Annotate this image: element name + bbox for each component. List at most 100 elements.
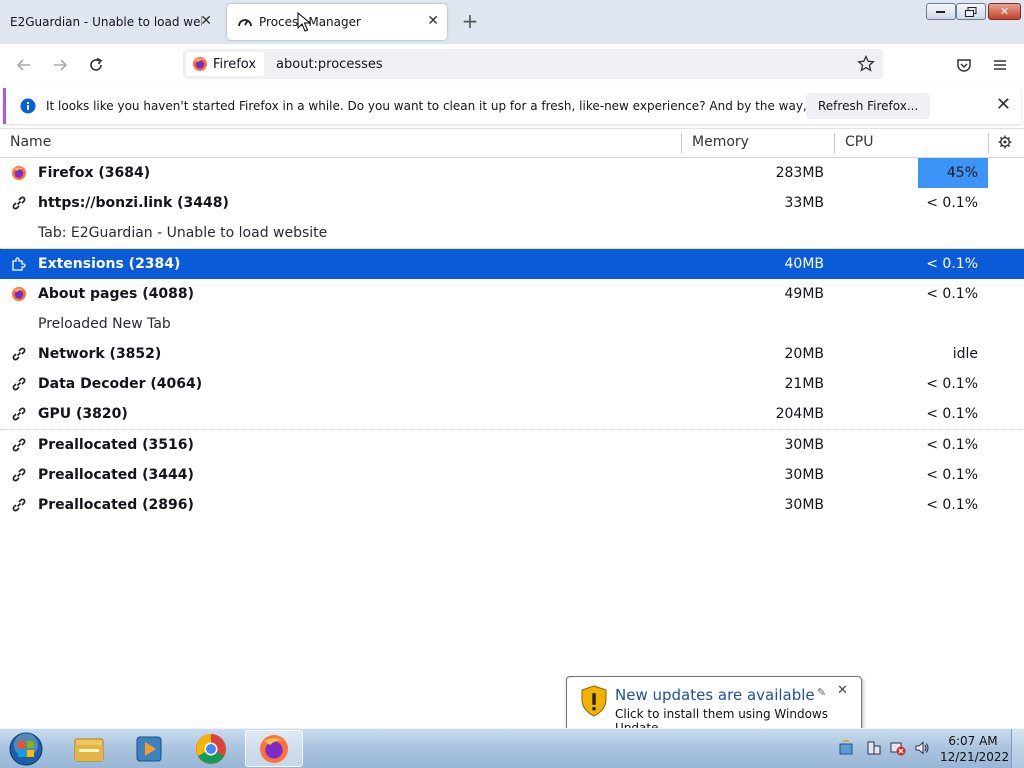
column-header-cpu[interactable]: CPU (845, 134, 873, 150)
process-name: Preallocated (3444) (38, 467, 194, 483)
table-row[interactable]: GPU (3820) 204MB < 0.1% (0, 399, 1024, 430)
app-menu-button[interactable] (987, 52, 1013, 78)
notification-close-icon[interactable]: ✕ (996, 96, 1011, 114)
balloon-close-icon[interactable]: ✕ (837, 683, 848, 698)
chrome-icon (196, 733, 226, 764)
close-icon: ✕ (999, 5, 1010, 18)
table-subrow[interactable]: Preloaded New Tab (0, 309, 1024, 339)
tab-close-icon[interactable]: ✕ (427, 13, 439, 29)
link-icon (12, 438, 26, 452)
refresh-firefox-button[interactable]: Refresh Firefox... (806, 93, 931, 119)
taskbar-explorer[interactable] (60, 730, 118, 767)
windows-update-balloon[interactable]: New updates are available Click to insta… (566, 676, 862, 735)
table-row[interactable]: Firefox (3684) 283MB 45% (0, 158, 1024, 188)
mouse-cursor-icon (297, 12, 311, 32)
table-row[interactable]: Network (3852) 20MB idle (0, 339, 1024, 369)
column-header-memory[interactable]: Memory (692, 134, 749, 150)
process-name: Preallocated (2896) (38, 497, 194, 513)
table-row[interactable]: Preallocated (3444) 30MB < 0.1% (0, 460, 1024, 490)
table-row[interactable]: About pages (4088) 49MB < 0.1% (0, 279, 1024, 309)
url-text[interactable]: about:processes (276, 57, 383, 72)
gear-icon[interactable] (998, 135, 1012, 149)
media-player-icon (136, 736, 162, 761)
taskbar-chrome[interactable] (182, 730, 240, 767)
reload-button[interactable] (83, 52, 109, 78)
process-cpu: < 0.1% (926, 497, 978, 513)
tab-entry-name: Tab: E2Guardian - Unable to load website (38, 225, 328, 241)
process-name: Preallocated (3516) (38, 437, 194, 453)
process-memory: 21MB (784, 376, 825, 392)
bookmark-star-icon[interactable] (857, 55, 875, 73)
arrow-left-icon (16, 59, 30, 71)
process-name: Firefox (3684) (38, 165, 151, 181)
forward-button[interactable] (47, 52, 73, 78)
warning-shield-icon (581, 685, 607, 717)
balloon-title: New updates are available (615, 686, 815, 704)
pocket-icon (957, 59, 971, 72)
start-orb-icon (9, 732, 43, 765)
url-bar[interactable]: Firefox about:processes (183, 49, 883, 79)
refresh-notification-bar: It looks like you haven't started Firefo… (3, 88, 1021, 124)
process-name: https://bonzi.link (3448) (38, 195, 229, 211)
table-row[interactable]: https://bonzi.link (3448) 33MB < 0.1% (0, 188, 1024, 218)
minimize-button[interactable] (926, 3, 956, 20)
link-icon (12, 196, 26, 210)
process-cpu: < 0.1% (926, 467, 978, 483)
table-row[interactable]: Data Decoder (4064) 21MB < 0.1% (0, 369, 1024, 399)
tab-title: E2Guardian - Unable to load website (10, 15, 202, 29)
column-header-name[interactable]: Name (10, 134, 51, 150)
tab-close-icon[interactable]: ✕ (200, 13, 212, 29)
minimize-icon (936, 10, 945, 13)
process-name: About pages (4088) (38, 286, 194, 302)
table-subrow[interactable]: Tab: E2Guardian - Unable to load website (0, 218, 1024, 249)
process-memory: 204MB (775, 406, 824, 422)
link-icon (12, 498, 26, 512)
pin-icon[interactable]: ✎ (817, 686, 826, 699)
identity-label: Firefox (213, 56, 257, 72)
system-clock[interactable]: 6:07 AM 12/21/2022 (940, 733, 1010, 765)
process-cpu: < 0.1% (926, 376, 978, 392)
process-name: Data Decoder (4064) (38, 376, 203, 392)
firefox-icon (193, 57, 207, 71)
clock-time: 6:07 AM (948, 734, 998, 748)
column-divider[interactable] (681, 133, 682, 153)
restore-button[interactable] (956, 3, 986, 20)
close-window-button[interactable]: ✕ (988, 3, 1021, 20)
process-cpu: < 0.1% (926, 286, 978, 302)
tab-entry-name: Preloaded New Tab (38, 316, 171, 332)
action-center-icon[interactable] (866, 740, 882, 756)
table-row[interactable]: Preallocated (2896) 30MB < 0.1% (0, 490, 1024, 520)
process-memory: 40MB (784, 256, 825, 272)
new-tab-button[interactable]: + (458, 8, 482, 34)
column-divider[interactable] (988, 133, 989, 153)
table-row[interactable]: Preallocated (3516) 30MB < 0.1% (0, 430, 1024, 460)
hamburger-menu-icon (994, 60, 1006, 70)
speaker-icon[interactable] (914, 740, 930, 756)
pocket-button[interactable] (951, 52, 977, 78)
process-name: Network (3852) (38, 346, 162, 362)
restore-icon (965, 6, 977, 17)
taskbar-media-player[interactable] (120, 730, 178, 767)
clock-date: 12/21/2022 (940, 750, 1010, 764)
update-tray-icon[interactable] (838, 740, 854, 756)
table-row-selected[interactable]: Extensions (2384) 40MB < 0.1% (0, 249, 1024, 279)
firefox-icon (12, 287, 26, 301)
taskbar-firefox[interactable] (245, 730, 303, 767)
process-table-header: Name Memory CPU (0, 128, 1024, 158)
process-cpu: < 0.1% (926, 437, 978, 453)
process-memory: 33MB (784, 195, 825, 211)
show-desktop-button[interactable] (1011, 729, 1024, 768)
back-button[interactable] (11, 52, 37, 78)
process-table-body: Firefox (3684) 283MB 45% https://bonzi.l… (0, 158, 1024, 520)
arrow-right-icon (54, 59, 68, 71)
process-memory: 30MB (784, 497, 825, 513)
tab-process-manager[interactable]: Process Manager ✕ (227, 4, 447, 40)
tab-e2guardian[interactable]: E2Guardian - Unable to load website ✕ (0, 4, 220, 40)
process-cpu: 45% (946, 165, 978, 181)
network-error-icon[interactable] (890, 740, 906, 756)
firefox-icon (260, 734, 288, 763)
column-divider[interactable] (834, 133, 835, 153)
start-button[interactable] (0, 730, 52, 767)
identity-box[interactable]: Firefox (186, 52, 265, 76)
gauge-icon (238, 19, 252, 27)
